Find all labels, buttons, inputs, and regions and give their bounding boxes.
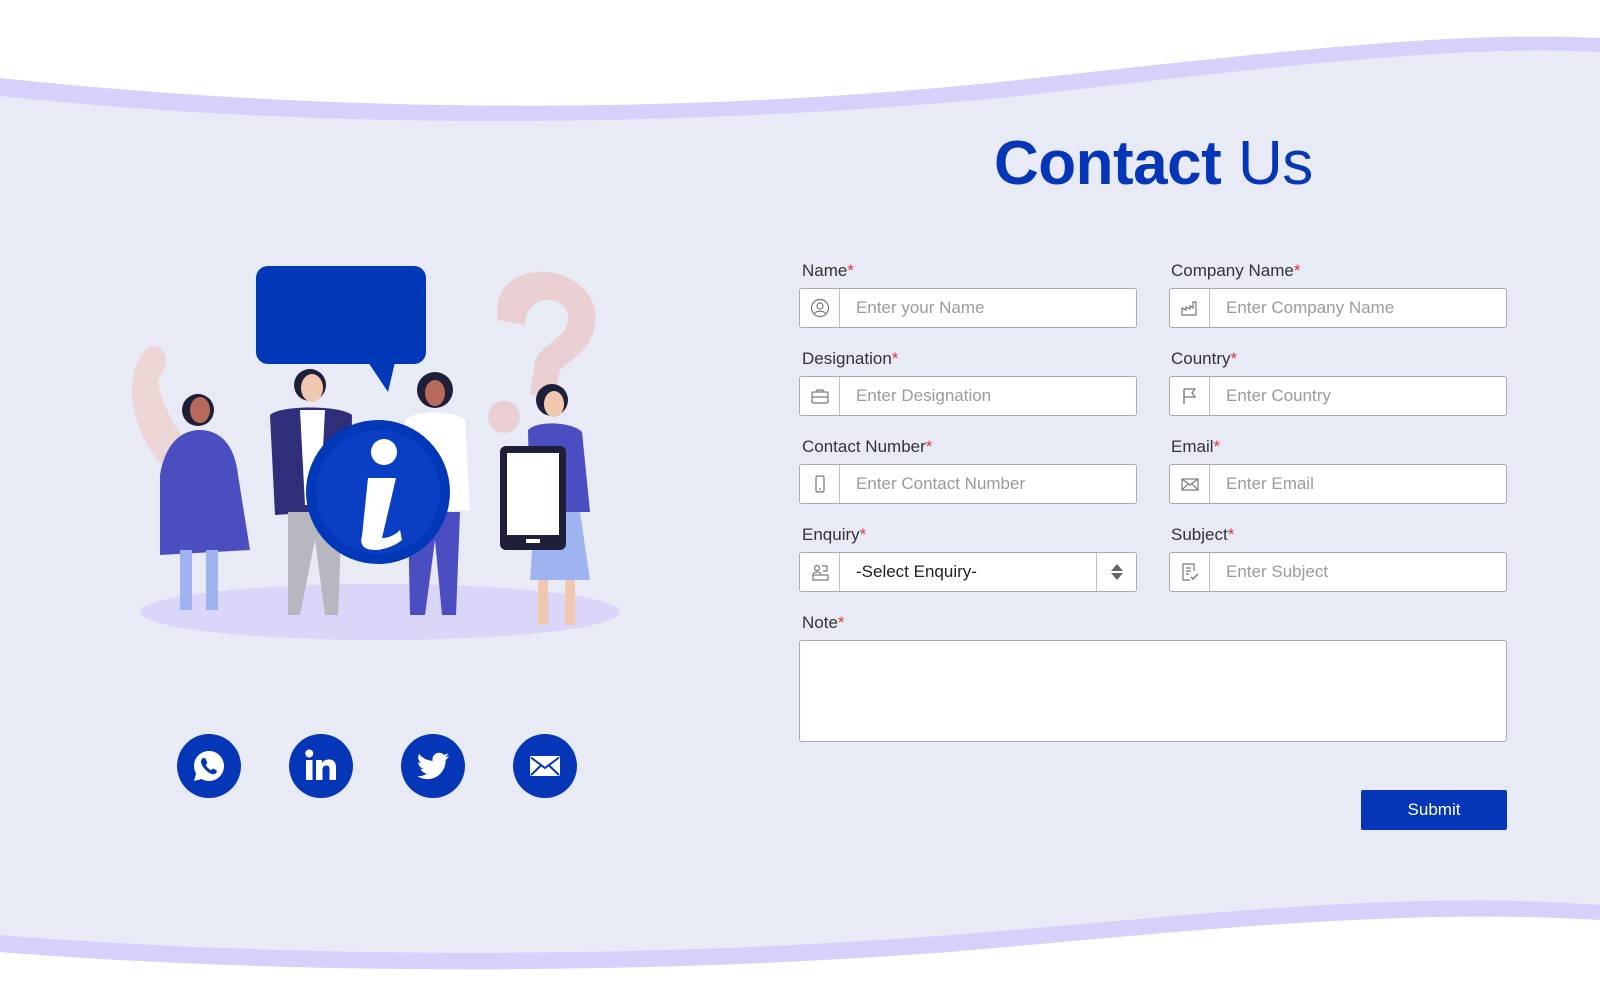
user-icon (800, 289, 840, 327)
designation-label: Designation* (802, 349, 899, 368)
contact-number-input[interactable]: Enter Contact Number (799, 464, 1137, 504)
linkedin-button[interactable] (289, 734, 353, 798)
country-placeholder: Enter Country (1226, 386, 1331, 405)
country-input[interactable]: Enter Country (1169, 376, 1507, 416)
whatsapp-button[interactable] (177, 734, 241, 798)
email-label: Email* (1171, 437, 1221, 456)
note-label: Note* (802, 613, 845, 632)
subject-label: Subject* (1171, 525, 1235, 544)
contact-number-label: Contact Number* (802, 437, 933, 456)
enquiry-label: Enquiry* (802, 525, 867, 544)
email-input[interactable]: Enter Email (1169, 464, 1507, 504)
email-icon (530, 756, 560, 776)
whatsapp-icon (194, 751, 224, 781)
email-placeholder: Enter Email (1226, 474, 1314, 493)
name-label: Name* (802, 261, 854, 280)
name-placeholder: Enter your Name (856, 298, 985, 317)
envelope-icon (1170, 465, 1210, 503)
note-textarea[interactable] (799, 640, 1507, 742)
submit-button[interactable]: Submit (1361, 790, 1507, 830)
document-check-icon (1170, 553, 1210, 591)
contact-number-placeholder: Enter Contact Number (856, 474, 1026, 493)
page-title: Contact Us (994, 129, 1313, 198)
email-button[interactable] (513, 734, 577, 798)
flag-icon (1170, 377, 1210, 415)
support-team-illustration (131, 266, 620, 640)
phone-icon (800, 465, 840, 503)
company-name-placeholder: Enter Company Name (1226, 298, 1395, 317)
factory-icon (1170, 289, 1210, 327)
linkedin-icon (305, 749, 336, 780)
company-name-input[interactable]: Enter Company Name (1169, 288, 1507, 328)
twitter-icon (417, 752, 449, 780)
designation-placeholder: Enter Designation (856, 386, 992, 405)
enquiry-selected-value: -Select Enquiry- (856, 562, 977, 581)
subject-placeholder: Enter Subject (1226, 562, 1329, 581)
briefcase-icon (800, 377, 840, 415)
sort-arrows-icon[interactable] (1096, 553, 1136, 591)
twitter-button[interactable] (401, 734, 465, 798)
designation-input[interactable]: Enter Designation (799, 376, 1137, 416)
subject-input[interactable]: Enter Subject (1169, 552, 1507, 592)
enquiry-select[interactable]: -Select Enquiry- (799, 552, 1137, 592)
name-input[interactable]: Enter your Name (799, 288, 1137, 328)
company-name-label: Company Name* (1171, 261, 1301, 280)
enquiry-icon (800, 553, 840, 591)
country-label: Country* (1171, 349, 1238, 368)
